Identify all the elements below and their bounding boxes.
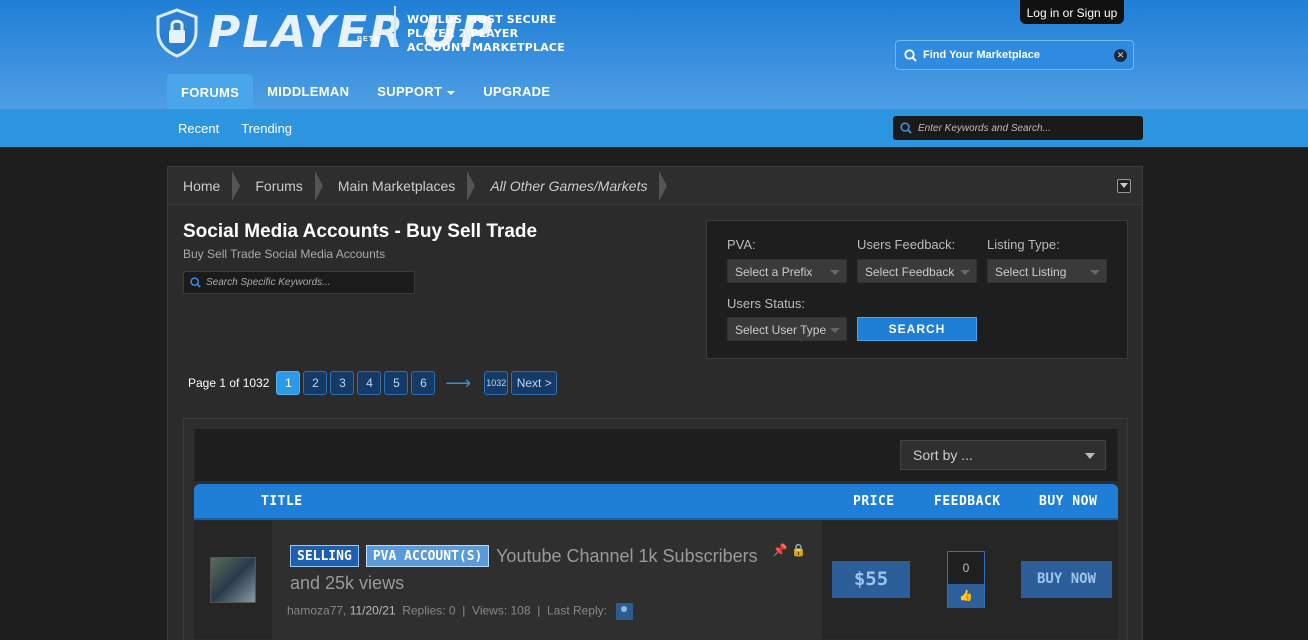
main-nav: FORUMS MIDDLEMAN SUPPORT UPGRADE bbox=[167, 74, 564, 109]
pva-select[interactable]: Select a Prefix bbox=[727, 259, 847, 283]
thread-author[interactable]: hamoza77, bbox=[287, 604, 346, 618]
breadcrumb: Home Forums Main Marketplaces All Other … bbox=[168, 167, 1142, 205]
column-price[interactable]: PRICE bbox=[853, 484, 895, 520]
page-description: Buy Sell Trade Social Media Accounts bbox=[183, 247, 386, 261]
subnav-recent[interactable]: Recent bbox=[178, 121, 219, 136]
feedback-select[interactable]: Select Feedback bbox=[857, 259, 977, 283]
page-button[interactable]: 3 bbox=[330, 371, 355, 395]
selling-tag[interactable]: SELLING bbox=[290, 545, 359, 567]
login-signup-button[interactable]: Log in or Sign up bbox=[1020, 0, 1124, 24]
nav-middleman[interactable]: MIDDLEMAN bbox=[253, 74, 363, 109]
sort-bar: Sort by ... bbox=[194, 429, 1118, 481]
pva-label: PVA: bbox=[727, 237, 756, 252]
next-page-button[interactable]: Next > bbox=[511, 371, 558, 395]
thread-views: Views: 108 bbox=[472, 603, 531, 618]
page-title: Social Media Accounts - Buy Sell Trade bbox=[183, 221, 538, 242]
collapse-toggle-icon[interactable] bbox=[1117, 179, 1131, 193]
thread-title[interactable]: SELLING PVA ACCOUNT(S) Youtube Channel 1… bbox=[290, 543, 770, 597]
chevron-down-icon bbox=[447, 90, 456, 95]
marketplace-search[interactable]: Find Your Marketplace ✕ bbox=[895, 40, 1134, 70]
nav-support[interactable]: SUPPORT bbox=[363, 74, 469, 109]
search-icon bbox=[190, 277, 201, 288]
tagline-line: ACCOUNT MARKETPLACE bbox=[407, 41, 565, 54]
table-row: SELLING PVA ACCOUNT(S) Youtube Channel 1… bbox=[194, 521, 1118, 639]
column-title[interactable]: TITLE bbox=[261, 484, 303, 520]
thread-title-cell: SELLING PVA ACCOUNT(S) Youtube Channel 1… bbox=[272, 521, 822, 639]
page-button[interactable]: 4 bbox=[357, 371, 382, 395]
thread-status-icons: 📌 🔒 bbox=[773, 543, 806, 557]
thread-last-reply: Last Reply: bbox=[546, 603, 608, 618]
clear-icon[interactable]: ✕ bbox=[1114, 49, 1127, 62]
sub-nav: Recent Trending bbox=[178, 121, 292, 136]
buy-now-button[interactable]: BUY NOW bbox=[1021, 561, 1112, 598]
page-button[interactable]: 6 bbox=[411, 371, 436, 395]
breadcrumb-home[interactable]: Home bbox=[168, 167, 241, 205]
prefix-tag[interactable]: PVA ACCOUNT(S) bbox=[365, 545, 490, 567]
avatar[interactable] bbox=[210, 557, 256, 603]
column-buy-now: BUY NOW bbox=[1039, 494, 1098, 509]
price-badge: $55 bbox=[832, 561, 910, 598]
listing-type-select[interactable]: Select Listing bbox=[987, 259, 1107, 283]
breadcrumb-main-marketplaces[interactable]: Main Marketplaces bbox=[323, 167, 476, 205]
shield-lock-icon bbox=[156, 8, 198, 58]
feedback-count: 0 bbox=[948, 552, 984, 584]
user-status-label: Users Status: bbox=[727, 296, 806, 311]
site-tagline: WORLDS MOST SECURE PLAYER 2 PLAYER ACCOU… bbox=[407, 13, 565, 55]
forum-container: Home Forums Main Marketplaces All Other … bbox=[167, 166, 1143, 640]
feedback-label: Users Feedback: bbox=[857, 237, 956, 252]
beta-badge: BETA bbox=[357, 36, 380, 43]
last-page-button[interactable]: 1032 bbox=[484, 371, 509, 395]
thumbs-up-icon[interactable]: 👍 bbox=[948, 584, 984, 608]
nav-support-label: SUPPORT bbox=[377, 84, 443, 99]
specific-keyword-search[interactable]: Search Specific Keywords... bbox=[183, 271, 415, 294]
tagline-line: WORLDS MOST SECURE bbox=[407, 13, 557, 26]
arrow-right-icon: ⟶ bbox=[445, 372, 472, 393]
filter-search-button[interactable]: SEARCH bbox=[857, 317, 977, 341]
sub-nav-bar: Recent Trending Enter Keywords and Searc… bbox=[0, 109, 1308, 147]
column-feedback[interactable]: FEEDBACK bbox=[934, 484, 1001, 520]
page-indicator: Page 1 of 1032 bbox=[188, 376, 270, 390]
user-status-select[interactable]: Select User Type bbox=[727, 317, 847, 341]
subnav-trending[interactable]: Trending bbox=[241, 121, 292, 136]
thread-list: Sort by ... TITLE PRICE FEEDBACK BUY NOW… bbox=[183, 418, 1128, 640]
user-icon[interactable] bbox=[616, 603, 634, 620]
thread-date: 11/20/21 bbox=[349, 603, 396, 618]
tagline-line: PLAYER 2 PLAYER bbox=[407, 27, 519, 40]
listing-type-label: Listing Type: bbox=[987, 237, 1060, 252]
search-icon bbox=[900, 122, 912, 134]
tagline-divider bbox=[394, 6, 396, 46]
feedback-widget: 0 👍 bbox=[947, 551, 985, 608]
nav-upgrade[interactable]: UPGRADE bbox=[469, 74, 564, 109]
thread-title-text[interactable]: Youtube Channel 1k Subscribers and 25k v… bbox=[290, 546, 758, 593]
breadcrumb-forums[interactable]: Forums bbox=[240, 167, 324, 205]
site-header: PLAYER UP BETA WORLDS MOST SECURE PLAYER… bbox=[0, 0, 1308, 109]
keyword-search-input[interactable]: Enter Keywords and Search... bbox=[893, 116, 1143, 140]
specific-search-placeholder: Search Specific Keywords... bbox=[206, 277, 331, 288]
pin-icon: 📌 bbox=[772, 543, 788, 557]
pagination: Page 1 of 1032 1 2 3 4 5 6 ⟶ 1032 Next > bbox=[188, 371, 558, 395]
filter-panel: PVA: Select a Prefix Users Feedback: Sel… bbox=[706, 220, 1128, 359]
lock-icon: 🔒 bbox=[791, 543, 806, 557]
page-button[interactable]: 1 bbox=[276, 371, 301, 395]
thread-meta: hamoza77, 11/20/21 Replies: 0 | Views: 1… bbox=[287, 603, 634, 620]
thread-list-header: TITLE PRICE FEEDBACK BUY NOW bbox=[194, 484, 1118, 520]
keyword-search-placeholder: Enter Keywords and Search... bbox=[918, 122, 1051, 134]
search-icon bbox=[904, 48, 917, 62]
marketplace-search-placeholder: Find Your Marketplace bbox=[923, 49, 1040, 61]
page-button[interactable]: 2 bbox=[303, 371, 328, 395]
breadcrumb-all-other-games[interactable]: All Other Games/Markets bbox=[475, 167, 668, 205]
nav-forums[interactable]: FORUMS bbox=[167, 74, 254, 109]
sort-select[interactable]: Sort by ... bbox=[900, 440, 1106, 470]
page-button[interactable]: 5 bbox=[384, 371, 409, 395]
thread-replies: Replies: 0 bbox=[402, 603, 456, 618]
